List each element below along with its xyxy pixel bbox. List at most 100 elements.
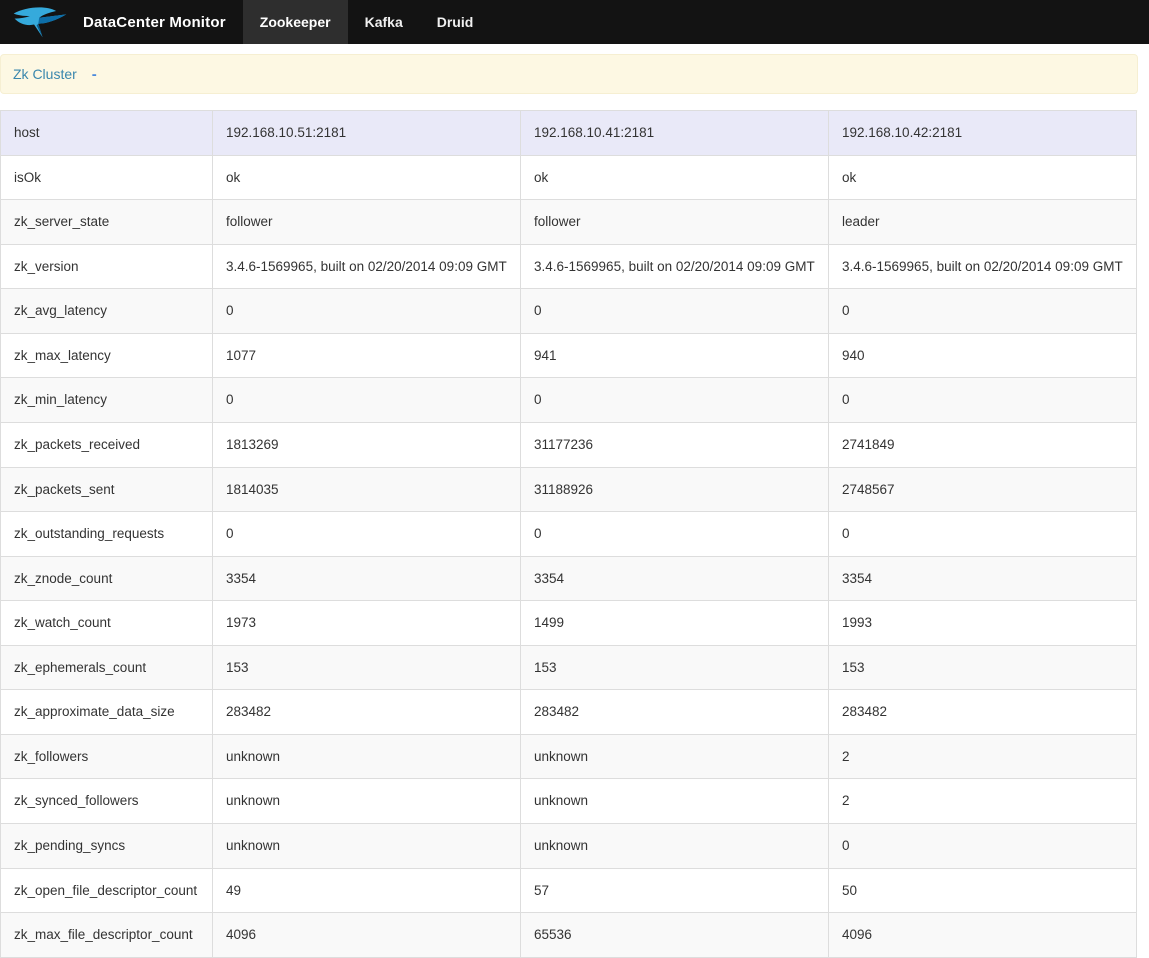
- metric-value: ok: [828, 154, 1137, 201]
- table-row-zk_max_latency: zk_max_latency 1077 941 940: [0, 332, 1137, 379]
- metric-value: 65536: [520, 912, 829, 958]
- collapse-toggle[interactable]: -: [92, 67, 97, 82]
- brand-group: DataCenter Monitor: [0, 0, 226, 44]
- metric-value: 4096: [212, 912, 521, 958]
- metric-value: 3354: [520, 555, 829, 602]
- zk-cluster-panel-header: Zk Cluster -: [0, 54, 1138, 94]
- metric-label: zk_znode_count: [0, 555, 213, 602]
- metric-label: zk_avg_latency: [0, 288, 213, 334]
- table-row-zk_ephemerals_count: zk_ephemerals_count 153 153 153: [0, 644, 1137, 691]
- table-row-zk_server_state: zk_server_state follower follower leader: [0, 199, 1137, 245]
- table-row-zk_outstanding_requests: zk_outstanding_requests 0 0 0: [0, 511, 1137, 557]
- metric-value: 0: [828, 823, 1137, 869]
- metric-value: follower: [520, 199, 829, 245]
- table-row-zk_pending_syncs: zk_pending_syncs unknown unknown 0: [0, 823, 1137, 869]
- metric-label: zk_packets_sent: [0, 466, 213, 513]
- table-row-zk_approximate_data_size: zk_approximate_data_size 283482 283482 2834…: [0, 689, 1137, 735]
- metric-value: 0: [520, 377, 829, 423]
- metric-label: zk_synced_followers: [0, 778, 213, 824]
- metric-value: ok: [520, 154, 829, 201]
- nav-menu: Zookeeper Kafka Druid: [242, 0, 491, 44]
- table-row-zk_max_file_descriptor_count: zk_max_file_descriptor_count 4096 65536 409…: [0, 912, 1137, 958]
- metric-value: 1973: [212, 600, 521, 646]
- metric-label: isOk: [0, 154, 213, 201]
- metric-value: 941: [520, 332, 829, 379]
- metric-value: 0: [212, 288, 521, 334]
- table-row-zk_znode_count: zk_znode_count 3354 3354 3354: [0, 555, 1137, 602]
- metric-label: zk_max_file_descriptor_count: [0, 912, 213, 958]
- metric-value: 3354: [828, 555, 1137, 602]
- metric-value: 940: [828, 332, 1137, 379]
- metric-value: leader: [828, 199, 1137, 245]
- top-navbar: DataCenter Monitor Zookeeper Kafka Druid: [0, 0, 1149, 44]
- nav-item-druid: Druid: [420, 0, 491, 44]
- metric-value: 2: [828, 778, 1137, 824]
- metric-value: 192.168.10.41:2181: [520, 110, 829, 156]
- metric-label: zk_outstanding_requests: [0, 511, 213, 557]
- nav-link-kafka[interactable]: Kafka: [348, 0, 420, 44]
- metric-value: follower: [212, 199, 521, 245]
- metric-value: 57: [520, 867, 829, 914]
- nav-link-druid[interactable]: Druid: [420, 0, 491, 44]
- metric-label: zk_max_latency: [0, 332, 213, 379]
- metric-value: 0: [520, 288, 829, 334]
- metric-value: 1499: [520, 600, 829, 646]
- metric-value: 49: [212, 867, 521, 914]
- metric-label: zk_approximate_data_size: [0, 689, 213, 735]
- table-row-zk_min_latency: zk_min_latency 0 0 0: [0, 377, 1137, 423]
- metric-value: ok: [212, 154, 521, 201]
- table-row-zk_packets_sent: zk_packets_sent 1814035 31188926 2748567: [0, 466, 1137, 513]
- table-row-zk_followers: zk_followers unknown unknown 2: [0, 733, 1137, 780]
- metric-label: zk_packets_received: [0, 421, 213, 468]
- metric-value: 3.4.6-1569965, built on 02/20/2014 09:09…: [520, 243, 829, 290]
- metric-value: 31188926: [520, 466, 829, 513]
- metric-value: 0: [828, 377, 1137, 423]
- metric-value: 153: [828, 644, 1137, 691]
- table-row-zk_version: zk_version 3.4.6-1569965, built on 02/20/…: [0, 243, 1137, 290]
- metric-value: 2: [828, 733, 1137, 780]
- metric-value: 192.168.10.42:2181: [828, 110, 1137, 156]
- table-row-zk_avg_latency: zk_avg_latency 0 0 0: [0, 288, 1137, 334]
- panel-title: Zk Cluster: [13, 66, 77, 82]
- metric-value: 283482: [520, 689, 829, 735]
- metric-value: 2748567: [828, 466, 1137, 513]
- metric-label: zk_min_latency: [0, 377, 213, 423]
- metric-value: 1993: [828, 600, 1137, 646]
- metric-value: unknown: [520, 778, 829, 824]
- metric-value: 0: [212, 511, 521, 557]
- metric-value: 0: [828, 288, 1137, 334]
- metric-value: 2741849: [828, 421, 1137, 468]
- metric-value: 31177236: [520, 421, 829, 468]
- metric-value: 3.4.6-1569965, built on 02/20/2014 09:09…: [212, 243, 521, 290]
- table-row-zk_packets_received: zk_packets_received 1813269 31177236 274184…: [0, 421, 1137, 468]
- table-row-isOk: isOk ok ok ok: [0, 154, 1137, 201]
- metric-value: unknown: [520, 733, 829, 780]
- metric-value: unknown: [212, 823, 521, 869]
- app-logo-icon[interactable]: [12, 5, 68, 39]
- metric-value: 283482: [828, 689, 1137, 735]
- metric-value: 0: [520, 511, 829, 557]
- metric-label: zk_ephemerals_count: [0, 644, 213, 691]
- metric-value: 283482: [212, 689, 521, 735]
- metric-value: 0: [212, 377, 521, 423]
- table-row-host: host 192.168.10.51:2181 192.168.10.41:2181…: [0, 110, 1137, 156]
- table-row-zk_watch_count: zk_watch_count 1973 1499 1993: [0, 600, 1137, 646]
- metric-label: host: [0, 110, 213, 156]
- nav-item-zookeeper: Zookeeper: [242, 0, 348, 44]
- metric-value: unknown: [212, 733, 521, 780]
- metric-value: 1077: [212, 332, 521, 379]
- metric-value: 4096: [828, 912, 1137, 958]
- metric-label: zk_followers: [0, 733, 213, 780]
- metric-value: 3354: [212, 555, 521, 602]
- metric-value: 1813269: [212, 421, 521, 468]
- table-row-zk_open_file_descriptor_count: zk_open_file_descriptor_count 49 57 50: [0, 867, 1137, 914]
- metric-value: unknown: [520, 823, 829, 869]
- metric-label: zk_watch_count: [0, 600, 213, 646]
- nav-link-zookeeper[interactable]: Zookeeper: [242, 0, 348, 44]
- brand-title[interactable]: DataCenter Monitor: [83, 14, 226, 31]
- table-row-zk_synced_followers: zk_synced_followers unknown unknown 2: [0, 778, 1137, 824]
- metric-value: 1814035: [212, 466, 521, 513]
- metric-value: 50: [828, 867, 1137, 914]
- metric-value: 0: [828, 511, 1137, 557]
- metric-value: 3.4.6-1569965, built on 02/20/2014 09:09…: [828, 243, 1137, 290]
